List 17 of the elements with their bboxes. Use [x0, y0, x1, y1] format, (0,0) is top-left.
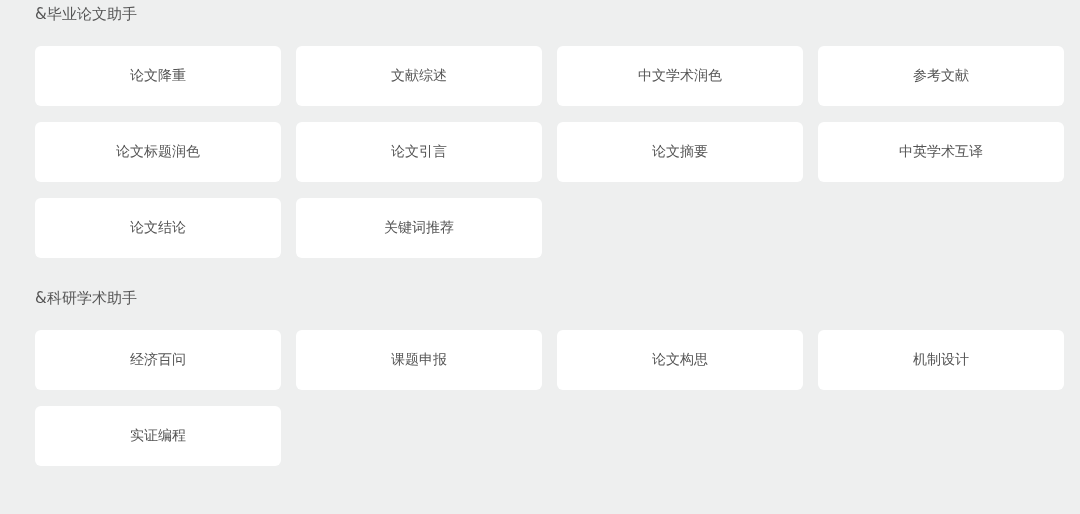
tool-button[interactable]: 论文标题润色: [35, 122, 281, 182]
tool-button[interactable]: 实证编程: [35, 406, 281, 466]
tool-button[interactable]: 中英学术互译: [818, 122, 1064, 182]
tool-button[interactable]: 关键词推荐: [296, 198, 542, 258]
tool-button[interactable]: 论文降重: [35, 46, 281, 106]
tool-button[interactable]: 课题申报: [296, 330, 542, 390]
tool-button[interactable]: 机制设计: [818, 330, 1064, 390]
tool-button[interactable]: 经济百问: [35, 330, 281, 390]
tool-button[interactable]: 中文学术润色: [557, 46, 803, 106]
tool-button[interactable]: 参考文献: [818, 46, 1064, 106]
section-title: &科研学术助手: [35, 288, 138, 308]
tool-button[interactable]: 论文摘要: [557, 122, 803, 182]
section-title: &毕业论文助手: [35, 4, 138, 24]
tool-button[interactable]: 论文引言: [296, 122, 542, 182]
tool-button[interactable]: 文献综述: [296, 46, 542, 106]
tool-button[interactable]: 论文结论: [35, 198, 281, 258]
tool-button[interactable]: 论文构思: [557, 330, 803, 390]
